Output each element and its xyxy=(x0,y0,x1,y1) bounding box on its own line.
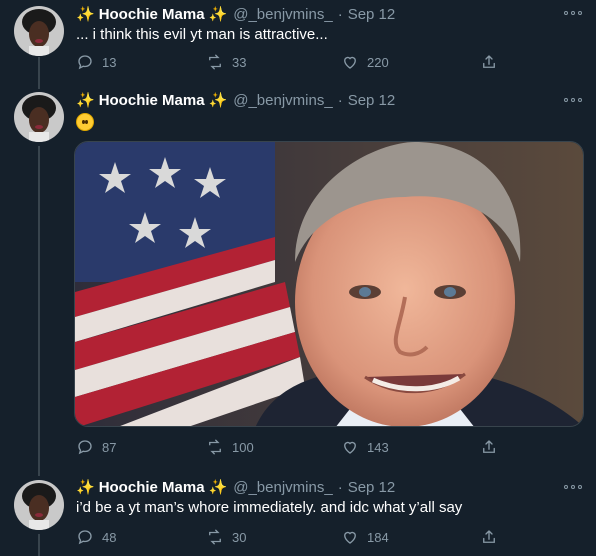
handle[interactable]: @_benjvmins_ xyxy=(233,479,332,496)
reply-button[interactable]: 87 xyxy=(76,438,116,456)
tweet-header: ✨ Hoochie Mama ✨ @_benjvmins_ · Sep 12 xyxy=(76,90,395,110)
retweet-count: 100 xyxy=(232,439,254,455)
tweet-header: ✨ Hoochie Mama ✨ @_benjvmins_ · Sep 12 xyxy=(76,4,395,24)
tweet-text: i’d be a yt man’s whore immediately. and… xyxy=(76,499,463,516)
more-options-icon[interactable] xyxy=(564,8,582,18)
flushed-face-icon xyxy=(76,113,94,131)
sparkles-icon: ✨ xyxy=(76,479,95,496)
reply-icon xyxy=(78,440,92,455)
reply-icon xyxy=(78,530,92,545)
reply-button[interactable]: 13 xyxy=(76,53,116,71)
tweet-text: ... i think this evil yt man is attracti… xyxy=(76,26,328,43)
tweet-header: ✨ Hoochie Mama ✨ @_benjvmins_ · Sep 12 xyxy=(76,477,395,497)
like-count: 220 xyxy=(367,54,389,70)
retweet-icon xyxy=(209,54,221,70)
like-count: 184 xyxy=(367,529,389,545)
thread-line xyxy=(38,57,40,89)
like-button[interactable]: 220 xyxy=(341,53,389,71)
retweet-icon xyxy=(209,439,221,455)
action-bar: 13 33 220 xyxy=(76,52,506,72)
reply-count: 87 xyxy=(102,439,117,455)
share-icon xyxy=(483,55,495,68)
more-options-icon[interactable] xyxy=(564,95,582,105)
separator-dot: · xyxy=(337,5,343,23)
display-name[interactable]: Hoochie Mama xyxy=(99,6,205,23)
share-button[interactable] xyxy=(480,438,506,456)
retweet-count: 30 xyxy=(232,529,247,545)
heart-icon xyxy=(344,56,356,69)
sparkles-icon: ✨ xyxy=(208,479,228,496)
retweet-button[interactable]: 100 xyxy=(206,438,254,456)
avatar[interactable] xyxy=(14,6,64,56)
action-bar: 48 30 184 xyxy=(76,527,506,547)
share-icon xyxy=(483,440,495,453)
action-bar: 87 100 143 xyxy=(76,437,506,457)
heart-icon xyxy=(344,531,356,544)
share-button[interactable] xyxy=(480,528,506,546)
retweet-count: 33 xyxy=(232,54,247,70)
display-name[interactable]: Hoochie Mama xyxy=(99,479,205,496)
thread-line xyxy=(38,146,40,476)
avatar-image xyxy=(14,6,64,56)
reply-icon xyxy=(78,55,92,70)
reply-count: 13 xyxy=(102,54,117,70)
photo-image xyxy=(75,142,583,426)
avatar-image xyxy=(14,92,64,142)
reply-button[interactable]: 48 xyxy=(76,528,116,546)
heart-icon xyxy=(344,441,356,454)
like-button[interactable]: 143 xyxy=(341,438,389,456)
reply-count: 48 xyxy=(102,529,117,545)
sparkles-icon: ✨ xyxy=(208,92,228,109)
avatar[interactable] xyxy=(14,92,64,142)
share-icon xyxy=(483,530,495,543)
display-name[interactable]: Hoochie Mama xyxy=(99,92,205,109)
sparkles-icon: ✨ xyxy=(76,6,95,23)
like-count: 143 xyxy=(367,439,389,455)
sparkles-icon: ✨ xyxy=(208,6,228,23)
timestamp[interactable]: Sep 12 xyxy=(348,6,396,23)
retweet-button[interactable]: 33 xyxy=(206,53,246,71)
avatar[interactable] xyxy=(14,480,64,530)
thread-line xyxy=(38,534,40,556)
sparkles-icon: ✨ xyxy=(76,92,95,109)
more-options-icon[interactable] xyxy=(564,482,582,492)
like-button[interactable]: 184 xyxy=(341,528,389,546)
avatar-image xyxy=(14,480,64,530)
handle[interactable]: @_benjvmins_ xyxy=(233,6,332,23)
tweet-photo[interactable] xyxy=(74,141,584,427)
timestamp[interactable]: Sep 12 xyxy=(348,479,396,496)
retweet-icon xyxy=(209,529,221,545)
handle[interactable]: @_benjvmins_ xyxy=(233,92,332,109)
retweet-button[interactable]: 30 xyxy=(206,528,246,546)
timestamp[interactable]: Sep 12 xyxy=(348,92,396,109)
separator-dot: · xyxy=(337,478,343,496)
separator-dot: · xyxy=(337,91,343,109)
share-button[interactable] xyxy=(480,53,506,71)
